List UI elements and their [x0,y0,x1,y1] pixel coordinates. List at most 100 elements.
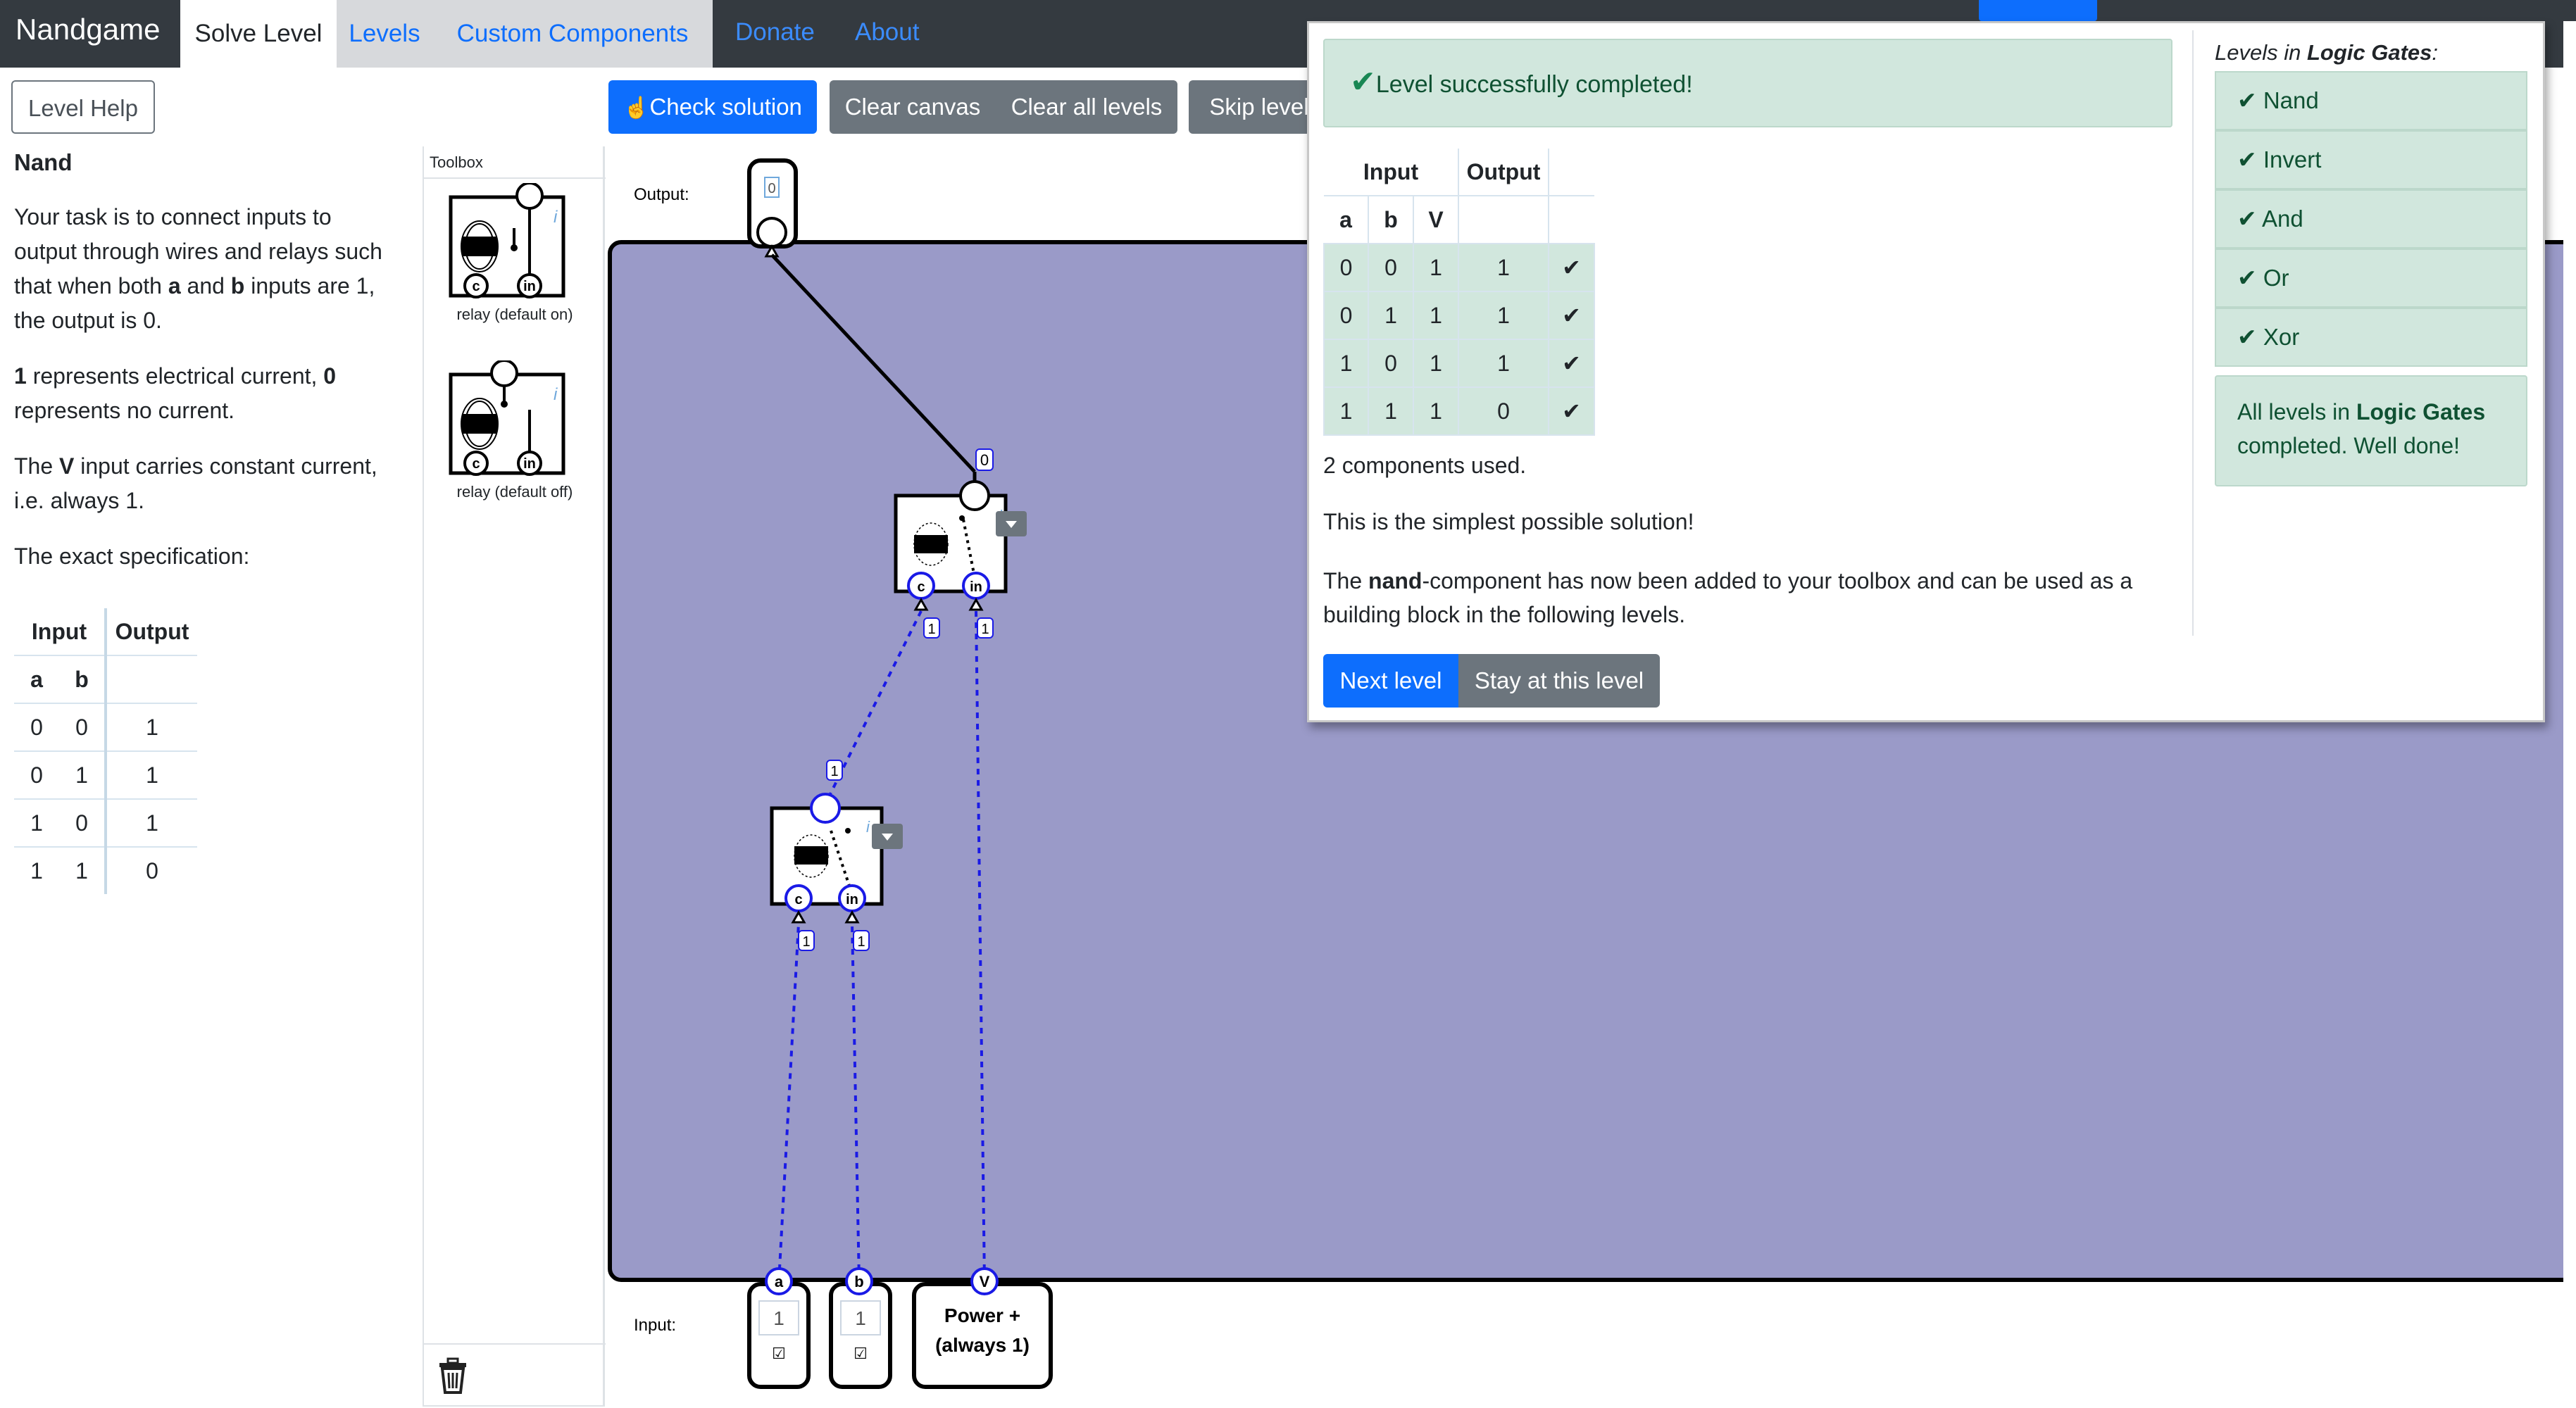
stay-at-level-button[interactable]: Stay at this level [1458,654,1660,708]
check-icon: ✔ [2237,265,2263,291]
all-levels-complete-alert: All levels in Logic Gates completed. Wel… [2215,375,2527,486]
svg-text:i: i [554,208,558,227]
task-input-b: b [230,273,245,298]
pin-c-label: c [794,892,802,907]
level-item-label: Invert [2263,146,2322,172]
levels-title-group: Logic Gates [2306,40,2432,65]
svg-text:in: in [523,456,536,472]
svg-text:c: c [472,279,480,294]
level-item-label: Or [2263,265,2289,291]
result-col-b: b [1368,195,1414,244]
spec-cell: 1 [106,703,197,752]
nav-donate-link[interactable]: Donate [735,0,815,68]
input-node-a: 1 ☑ [747,1282,811,1389]
result-cell: 0 [1368,243,1414,292]
levels-list-title: Levels in Logic Gates: [2215,40,2438,65]
relay-default-off-icon[interactable]: c in i [448,360,582,480]
clear-canvas-button[interactable]: Clear canvas [830,80,996,134]
result-cell: 1 [1413,243,1459,292]
spec-cell: 1 [106,799,197,848]
power-label-line2: (always 1) [935,1334,1030,1356]
input-b-value[interactable]: 1 [855,1307,866,1329]
check-solution-button[interactable]: ☝Check solution [608,80,817,134]
result-cell: 1 [1368,386,1414,436]
spec-cell: 1 [30,857,43,884]
level-item-xor[interactable]: ✔ Xor [2215,308,2527,367]
result-cell: 1 [1323,339,1369,388]
levels-title-text: Levels in [2215,40,2301,65]
result-cell: 1 [1413,291,1459,340]
input-node-power: Power + (always 1) [912,1282,1053,1389]
tab-levels[interactable]: Levels [337,0,432,68]
output-pin[interactable] [756,217,787,248]
result-row: 1 1 1 0 ✔ [1323,386,1595,436]
spec-cell: 1 [59,751,107,800]
input-node-b: 1 ☑ [829,1282,892,1389]
input-v-name: V [980,1273,990,1290]
current-description: 1 represents electrical current, 0 repre… [14,359,398,428]
spec-output-header: Output [106,608,197,656]
input-a-checkbox[interactable]: ☑ [772,1345,786,1363]
trash-icon[interactable] [437,1357,469,1395]
v-text-1: The [14,453,54,479]
result-cell: 1 [1323,386,1369,436]
spec-input-header: Input [14,608,107,656]
toolbox-item-label: relay (default on) [456,306,573,323]
result-check: ✔ [1548,291,1595,340]
result-check: ✔ [1548,243,1595,292]
level-item-or[interactable]: ✔ Or [2215,249,2527,308]
result-cell: 1 [1413,339,1459,388]
pin-c-label: c [917,579,925,595]
result-cell: 1 [1368,291,1414,340]
result-cell: 0 [1368,339,1414,388]
all-done-group: Logic Gates [2356,399,2486,425]
wire-value-label: 1 [927,622,935,637]
current-zero: 0 [323,363,337,389]
check-icon: ✔ [1350,65,1376,99]
v-description: The V input carries constant current, i.… [14,449,398,518]
result-cell: 0 [1323,291,1369,340]
tab-custom-components[interactable]: Custom Components [432,0,713,68]
result-col-v: V [1413,195,1459,244]
svg-text:i: i [554,385,558,404]
spec-row: 0 1 1 [14,751,197,800]
level-title: Nand [14,149,73,175]
level-item-nand[interactable]: ✔ Nand [2215,71,2527,130]
svg-text:in: in [523,279,536,294]
level-item-label: And [2262,206,2303,232]
level-item-invert[interactable]: ✔ Invert [2215,130,2527,189]
current-one: 1 [14,363,27,389]
spec-cell: 0 [59,799,107,848]
next-level-button[interactable]: Next level [1323,654,1458,708]
task-description: Your task is to connect inputs to output… [14,200,398,338]
spec-row: 1 0 1 [14,799,197,848]
tab-solve-level[interactable]: Solve Level [180,0,337,68]
level-item-and[interactable]: ✔ And [2215,189,2527,249]
clear-all-levels-button[interactable]: Clear all levels [996,80,1177,134]
result-cell: 0 [1323,243,1369,292]
level-item-label: Xor [2263,324,2300,350]
spec-col-out [106,655,197,704]
current-text-2: represents no current. [14,398,235,423]
result-cell: 1 [1413,386,1459,436]
power-label-line1: Power + [944,1305,1020,1326]
success-message: Level successfully completed! [1375,71,1693,98]
relay-default-on-icon[interactable]: c in i [448,183,582,303]
components-used-text: 2 components used. [1323,453,1527,478]
wire-value-label: 1 [981,622,989,637]
result-check: ✔ [1548,339,1595,388]
brand-logo[interactable]: Nandgame [15,13,160,46]
hidden-nav-button[interactable] [1979,0,2097,21]
input-b-checkbox[interactable]: ☑ [854,1345,868,1363]
input-a-value[interactable]: 1 [773,1307,784,1329]
output-label: Output: [634,185,689,204]
result-cell: 1 [1458,243,1549,292]
level-help-button[interactable]: Level Help [11,80,155,134]
spec-cell: 1 [59,847,107,894]
nav-about-link[interactable]: About [855,0,919,68]
added-component-name: nand [1368,568,1423,593]
check-icon: ✔ [2237,146,2263,172]
spec-cell: 0 [59,703,107,752]
pin-in-label: in [970,579,982,595]
input-b-name: b [854,1273,863,1290]
